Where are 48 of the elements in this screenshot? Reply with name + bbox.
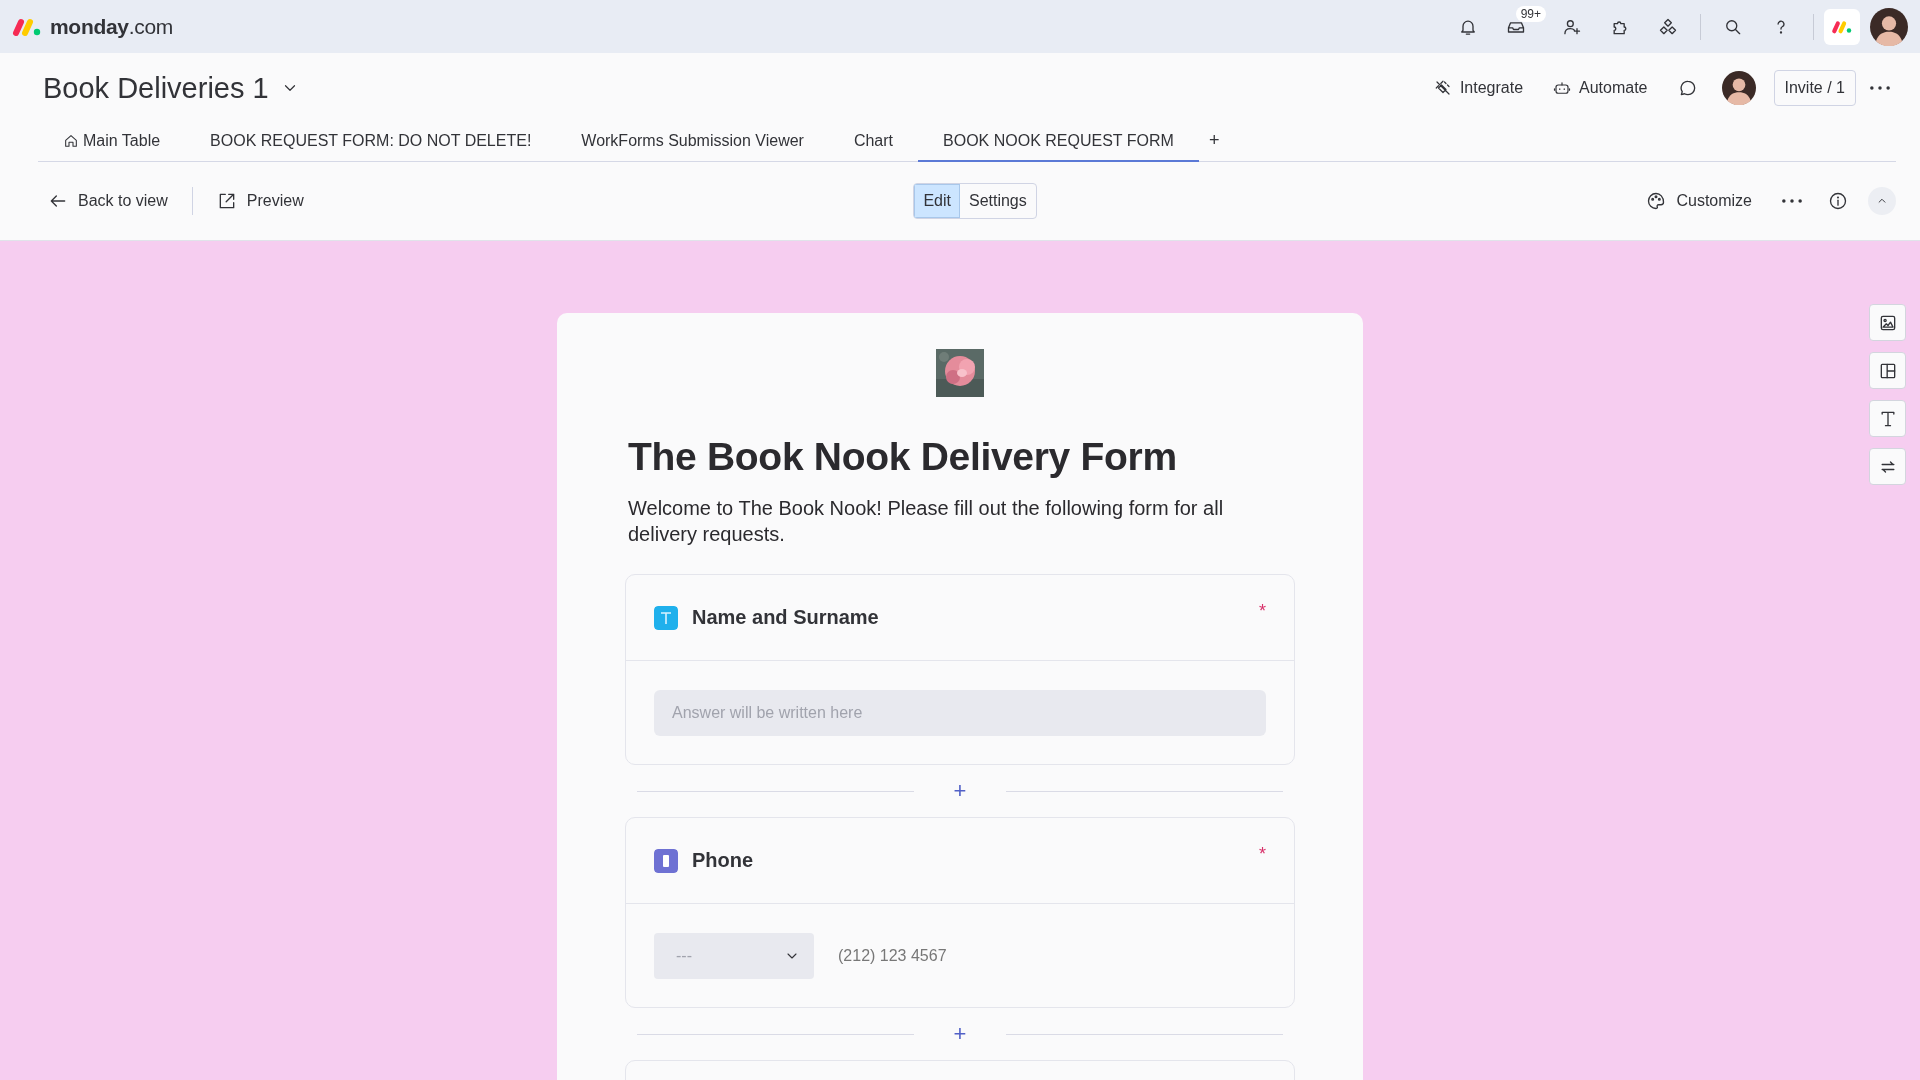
required-mark: *: [1259, 601, 1266, 622]
back-button[interactable]: Back to view: [38, 185, 178, 217]
phone-type-icon: [654, 848, 678, 873]
form-description[interactable]: Welcome to The Book Nook! Please fill out the following form for all delivery requests.: [628, 495, 1292, 547]
shapes-icon: [1658, 16, 1678, 37]
brand-name: monday.com: [50, 14, 174, 39]
question-label[interactable]: Name and Surname: [692, 606, 1245, 629]
robot-icon: [1553, 79, 1572, 97]
view-tab[interactable]: BOOK NOOK REQUEST FORM: [918, 132, 1199, 162]
add-question-button[interactable]: +: [913, 778, 1007, 804]
image-tool-button[interactable]: [1869, 304, 1906, 341]
view-tab[interactable]: Main Table: [38, 132, 186, 162]
inbox-button[interactable]: 99+: [1494, 4, 1546, 49]
count-badge: 99+: [1515, 5, 1546, 22]
mode-toggle[interactable]: Edit: [914, 184, 960, 218]
text-type-icon: [654, 605, 678, 630]
text-tool-button[interactable]: [1869, 400, 1906, 437]
board-title[interactable]: Book Deliveries 1: [43, 71, 269, 105]
layout-tool-button[interactable]: [1869, 352, 1906, 389]
required-mark: *: [1259, 844, 1266, 865]
more-icon: [1870, 86, 1890, 90]
logo-icon: [1831, 19, 1853, 34]
preview-button[interactable]: Preview: [206, 185, 314, 217]
view-tab[interactable]: BOOK REQUEST FORM: DO NOT DELETE!: [185, 132, 557, 162]
phone-field[interactable]: (212) 123 4567: [838, 932, 1266, 979]
automate-button[interactable]: Automate: [1543, 73, 1658, 103]
info-icon: [1828, 191, 1848, 211]
customize-button[interactable]: Customize: [1636, 185, 1762, 217]
palette-icon: [1646, 191, 1667, 211]
user-avatar[interactable]: [1870, 7, 1908, 46]
speech-bubble-icon: [1677, 78, 1698, 98]
plug-icon: [1433, 79, 1452, 97]
product-switcher[interactable]: [1824, 8, 1860, 45]
form-title[interactable]: The Book Nook Delivery Form: [628, 435, 1292, 479]
mode-toggle[interactable]: Settings: [959, 184, 1036, 218]
add-view-button[interactable]: +: [1198, 130, 1230, 161]
question-label[interactable]: Phone: [692, 849, 1245, 872]
integrate-button[interactable]: Integrate: [1423, 73, 1534, 103]
view-tab[interactable]: Chart: [828, 132, 919, 162]
invite-button[interactable]: Invite / 1: [1773, 70, 1856, 106]
swap-tool-button[interactable]: [1869, 448, 1906, 485]
member-avatar[interactable]: [1721, 71, 1756, 105]
add-question-button[interactable]: +: [913, 1021, 1007, 1047]
house-icon: [63, 133, 79, 149]
answer-field[interactable]: Answer will be written here: [654, 689, 1266, 736]
view-tab[interactable]: WorkForms Submission Viewer: [556, 132, 829, 162]
more-icon: [1782, 199, 1802, 203]
logo-icon: [12, 16, 42, 37]
